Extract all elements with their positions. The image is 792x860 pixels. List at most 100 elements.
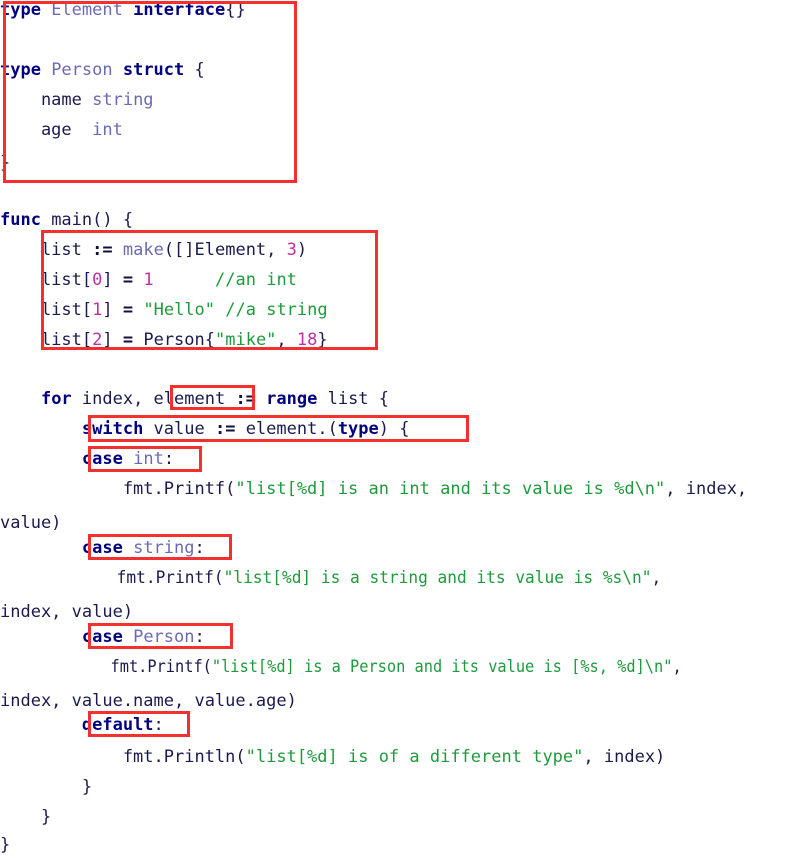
indent-4 — [0, 538, 82, 558]
space-3 — [154, 270, 215, 290]
func-main-signature: main() { — [40, 210, 134, 230]
define-operator-3: := — [214, 419, 236, 439]
code-line-18: case int: — [0, 444, 174, 474]
printf-call-1: fmt.Printf( — [0, 479, 236, 499]
close-brace-switch: } — [0, 777, 93, 797]
field-name: name — [0, 90, 93, 110]
keyword-case-string: case — [81, 538, 123, 558]
case-type-int: int — [133, 449, 164, 469]
println-call: fmt.Println( — [0, 747, 246, 767]
range-target: list { — [317, 389, 390, 409]
list-index-open-1: list[ — [0, 300, 93, 320]
code-line-4: type Person struct { — [0, 55, 205, 85]
builtin-make: make — [122, 240, 164, 260]
keyword-type-assert: type — [337, 419, 379, 439]
string-mike: "mike" — [215, 330, 277, 350]
indent-1 — [0, 389, 41, 409]
space-6 — [256, 389, 266, 409]
comment-a-string: //a string — [225, 300, 328, 320]
indent-2 — [0, 419, 82, 439]
type-assertion-open: element.( — [235, 419, 338, 439]
assign-operator-2: = — [122, 330, 134, 350]
number-18: 18 — [296, 330, 318, 350]
indent-6 — [0, 715, 82, 735]
printf-args-2-cont: index, value) — [0, 602, 134, 622]
keyword-default: default — [81, 715, 154, 735]
space-1 — [113, 240, 123, 260]
code-line-10: func main() { — [0, 205, 133, 235]
space-7 — [123, 449, 133, 469]
comma-1: , — [276, 330, 297, 350]
space-2 — [133, 270, 143, 290]
keyword-range: range — [266, 389, 318, 409]
list-index-open-0: list[ — [0, 270, 93, 290]
index-close-2: ] — [102, 330, 123, 350]
make-size: 3 — [286, 240, 297, 260]
code-line-6: age int — [0, 115, 123, 145]
person-literal-open: Person{ — [133, 330, 215, 350]
close-brace-main: } — [0, 835, 11, 855]
code-line-14: list[2] = Person{"mike", 18} — [0, 325, 328, 355]
format-string-str: "list[%d] is a string and its value is %… — [223, 568, 652, 588]
code-line-5: name string — [0, 85, 154, 115]
code-line-11: list := make([]Element, 3) — [0, 235, 307, 265]
code-line-27: default: — [0, 710, 164, 740]
define-operator: := — [92, 240, 113, 260]
space-4 — [133, 300, 143, 320]
code-line-19: fmt.Printf("list[%d] is an int and its v… — [0, 474, 747, 504]
keyword-interface: interface — [133, 0, 226, 20]
type-name-person: Person — [40, 60, 123, 80]
println-string: "list[%d] is of a different type" — [245, 747, 584, 767]
type-assertion-close: ) { — [378, 419, 410, 439]
switch-var: value — [143, 419, 215, 439]
code-line-13: list[1] = "Hello" //a string — [0, 295, 328, 325]
keyword-case-int: case — [81, 449, 123, 469]
index-0: 0 — [92, 270, 103, 290]
assign-operator-1: = — [122, 300, 134, 320]
keyword-for: for — [40, 389, 72, 409]
code-line-25: fmt.Printf("list[%d] is a Person and its… — [0, 652, 682, 682]
code-line-12: list[0] = 1 //an int — [0, 265, 297, 295]
colon-3: : — [194, 627, 205, 647]
value-int-1: 1 — [143, 270, 154, 290]
code-line-29: } — [0, 772, 92, 802]
case-type-string: string — [133, 538, 195, 558]
index-2: 2 — [92, 330, 103, 350]
code-listing: type Element interface{} type Person str… — [0, 0, 792, 855]
make-args: ([]Element, — [163, 240, 287, 260]
printf-args-3-cont: index, value.name, value.age) — [0, 691, 297, 711]
printf-call-3: fmt.Printf( — [0, 657, 212, 677]
code-line-21: case string: — [0, 533, 205, 563]
printf-comma-3: , — [672, 657, 682, 677]
indent-5 — [0, 627, 82, 647]
keyword-switch: switch — [81, 419, 144, 439]
keyword-func: func — [0, 210, 41, 230]
index-1: 1 — [92, 300, 103, 320]
printf-comma-2: , — [651, 568, 662, 588]
person-literal-close: } — [317, 330, 328, 350]
close-brace-for: } — [0, 807, 52, 827]
code-line-24: case Person: — [0, 622, 205, 652]
empty-braces: {} — [225, 0, 246, 20]
printf-call-2: fmt.Printf( — [0, 568, 224, 588]
keyword-type: type — [0, 0, 41, 20]
code-line-28: fmt.Println("list[%d] is of a different … — [0, 742, 665, 772]
index-close-1: ] — [102, 300, 123, 320]
code-line-16: for index, element := range list { — [0, 384, 389, 414]
code-line-17: switch value := element.(type) { — [0, 414, 410, 444]
format-string-int: "list[%d] is an int and its value is %d\… — [235, 479, 666, 499]
colon-2: : — [194, 538, 205, 558]
define-operator-2: := — [235, 389, 256, 409]
code-line-1: type Element interface{} — [0, 0, 246, 25]
comment-an-int: //an int — [215, 270, 297, 290]
for-vars: index, element — [71, 389, 236, 409]
printf-args-1: , index, — [665, 479, 748, 499]
var-list: list — [0, 240, 93, 260]
format-string-person: "list[%d] is a Person and its value is [… — [211, 657, 673, 677]
code-line-31: } — [0, 830, 10, 860]
code-line-30: } — [0, 802, 51, 832]
keyword-struct: struct — [122, 60, 185, 80]
string-hello: "Hello" — [143, 300, 216, 320]
field-type-int: int — [92, 120, 123, 140]
keyword-type-2: type — [0, 60, 41, 80]
